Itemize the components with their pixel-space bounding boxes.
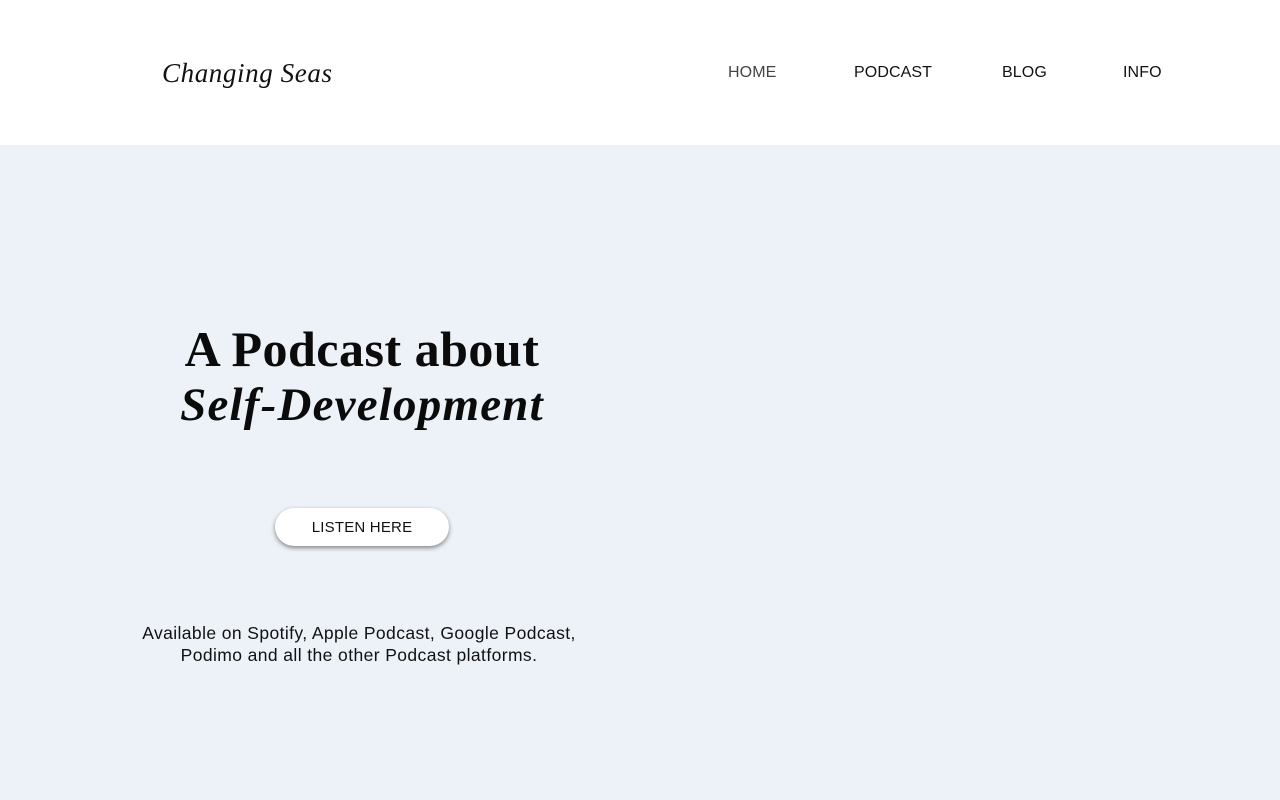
hero-heading: A Podcast about Self-Development xyxy=(130,321,594,433)
main-nav: HOME PODCAST BLOG INFO xyxy=(0,64,1280,88)
availability-text: Available on Spotify, Apple Podcast, Goo… xyxy=(142,623,576,665)
nav-link-blog[interactable]: BLOG xyxy=(1002,64,1047,82)
hero-title-line1: A Podcast about xyxy=(184,321,540,377)
nav-link-info[interactable]: INFO xyxy=(1123,64,1162,82)
nav-link-home[interactable]: HOME xyxy=(728,64,776,82)
site-header: Changing Seas HOME PODCAST BLOG INFO xyxy=(0,0,1280,145)
nav-link-podcast[interactable]: PODCAST xyxy=(854,64,932,82)
hero-title-line2: Self-Development xyxy=(180,379,544,431)
listen-here-button[interactable]: LISTEN HERE xyxy=(275,508,449,546)
hero-section: A Podcast about Self-Development LISTEN … xyxy=(0,145,1280,800)
